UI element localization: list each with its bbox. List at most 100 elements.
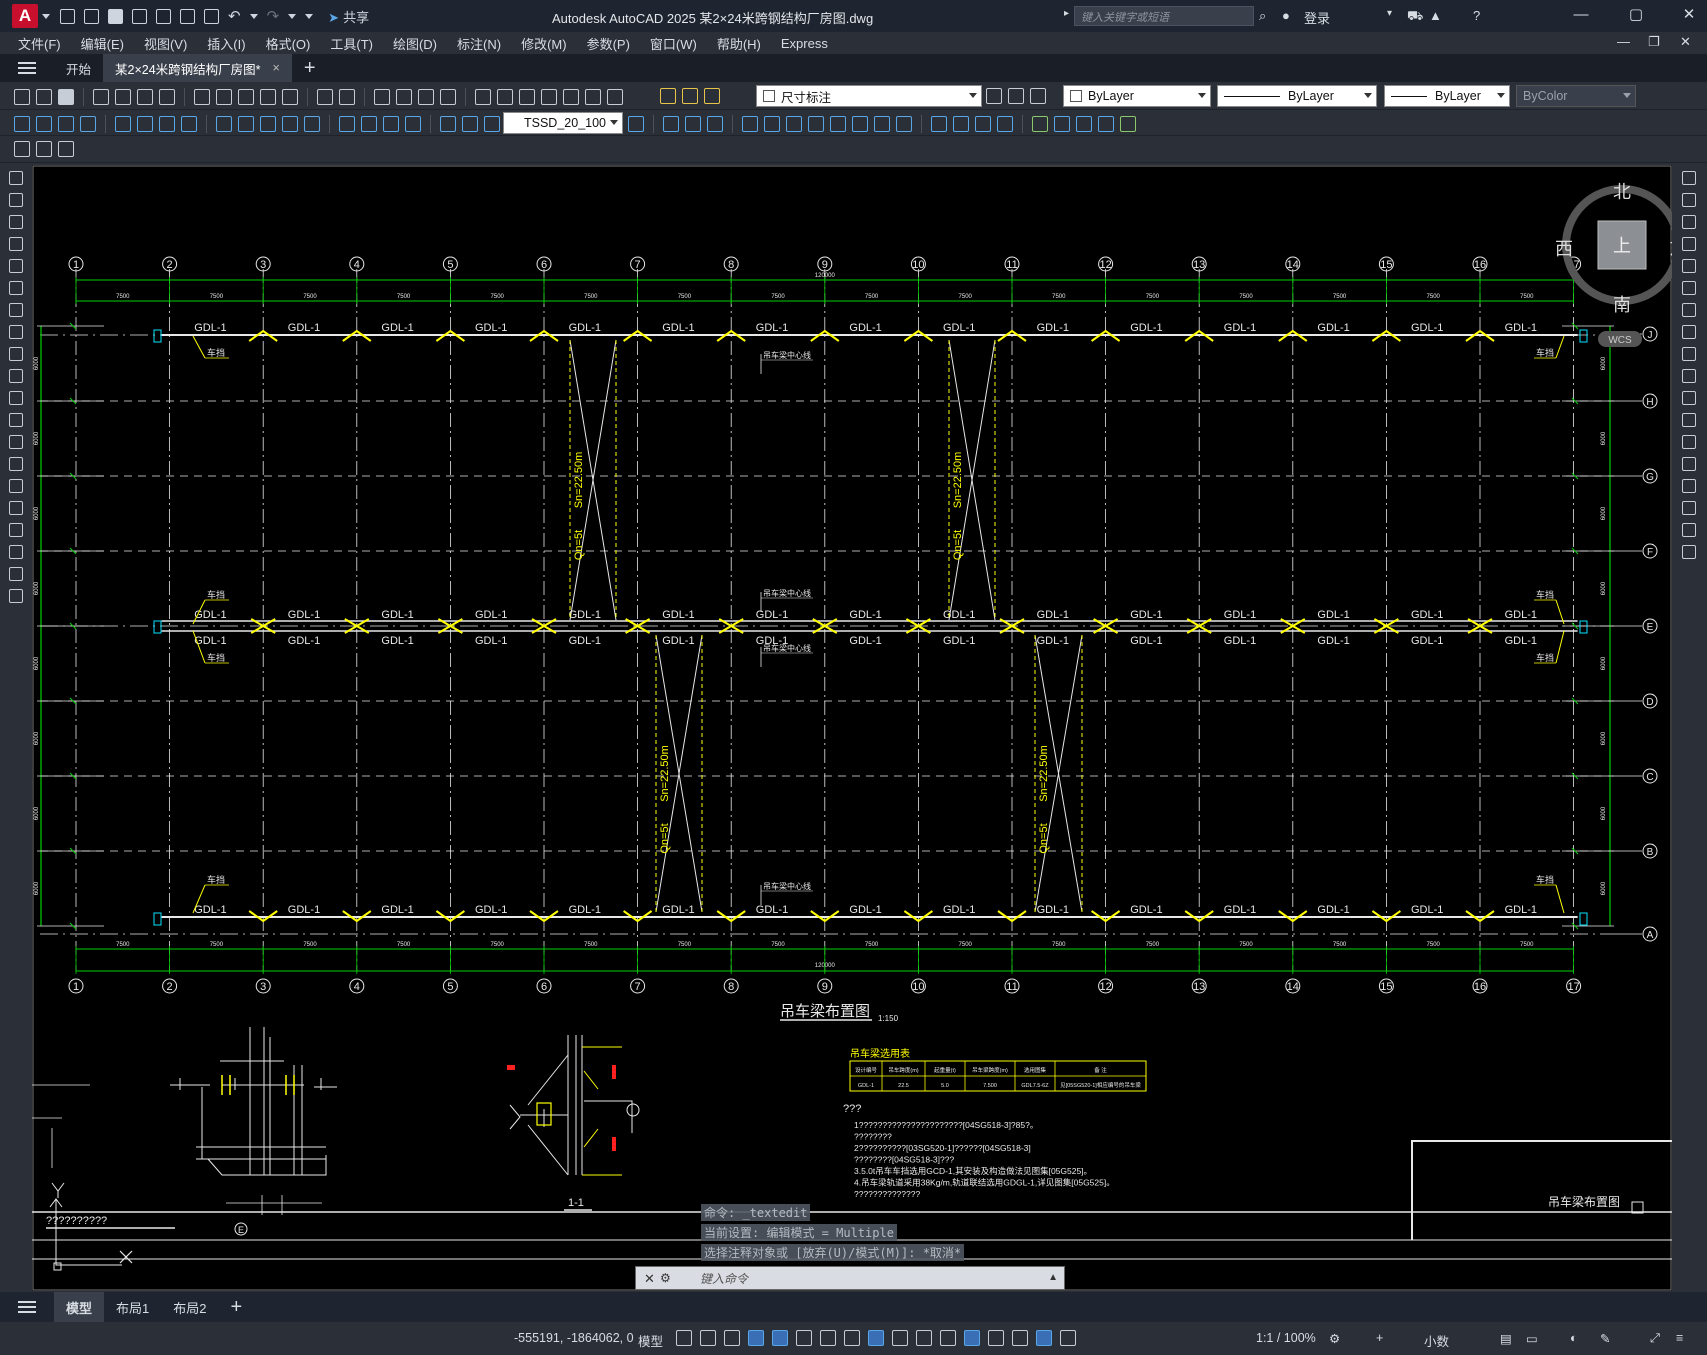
quickcalc-icon[interactable] xyxy=(585,89,601,105)
tab-layout1[interactable]: 布局1 xyxy=(104,1292,161,1322)
ucs-world-icon[interactable] xyxy=(1054,116,1070,132)
redo-dropdown-icon[interactable] xyxy=(288,13,297,19)
spline-icon[interactable] xyxy=(9,347,23,361)
drawing-viewport[interactable]: 1 1 2 2 3 3 4 4 5 5 6 6 7 7 8 8 9 9 10 10 11 11 12 12 13 13 14 14 15… xyxy=(32,165,1672,1291)
dim-space-icon[interactable] xyxy=(282,116,298,132)
cursor-coordinates[interactable]: -555191, -1864062, 0 xyxy=(514,1331,634,1345)
command-close-icon[interactable]: ✕ xyxy=(644,1271,655,1287)
menu-help[interactable]: 帮助(H) xyxy=(717,34,761,53)
hardware-accel-icon[interactable]: ✎ xyxy=(1600,1331,1610,1346)
view-iso-icon[interactable] xyxy=(685,116,701,132)
explode-icon[interactable] xyxy=(1682,545,1696,559)
transparency-icon[interactable] xyxy=(892,1330,908,1346)
workspace-gear-icon[interactable]: ⚙ xyxy=(1329,1331,1340,1346)
angular-dim-icon[interactable] xyxy=(181,116,197,132)
menu-format[interactable]: 格式(O) xyxy=(266,34,311,53)
plotstyle-dropdown[interactable]: ByColor xyxy=(1516,85,1636,107)
table-icon[interactable] xyxy=(9,545,23,559)
cut-icon[interactable] xyxy=(194,89,210,105)
plot-icon[interactable] xyxy=(204,8,219,24)
dwf-icon[interactable] xyxy=(159,89,175,105)
dimstyle-dropdown[interactable]: TSSD_20_100 xyxy=(503,112,623,134)
units-selector[interactable]: 小数 xyxy=(1424,1331,1449,1350)
tab-close-icon[interactable]: × xyxy=(273,61,280,75)
erase-icon[interactable] xyxy=(1682,171,1696,185)
customization-menu-icon[interactable]: ≡ xyxy=(1676,1331,1683,1345)
polygon-icon[interactable] xyxy=(9,237,23,251)
linear-dim-icon[interactable] xyxy=(14,116,30,132)
annotation-visibility-icon[interactable] xyxy=(1036,1330,1052,1346)
rotate-icon[interactable] xyxy=(1682,303,1696,317)
user-icon[interactable]: ● xyxy=(1282,8,1290,23)
block-editor-icon[interactable] xyxy=(282,89,298,105)
plot-toolbar-icon[interactable] xyxy=(93,89,109,105)
zoom-previous-icon[interactable] xyxy=(440,89,456,105)
slice-icon[interactable] xyxy=(874,116,890,132)
3d-osnap-icon[interactable] xyxy=(940,1330,956,1346)
lights-icon[interactable] xyxy=(997,116,1013,132)
autocad-logo-button[interactable]: A xyxy=(12,4,38,28)
extend-icon[interactable] xyxy=(1682,391,1696,405)
section-icon[interactable] xyxy=(896,116,912,132)
region-icon[interactable] xyxy=(9,523,23,537)
layer-states-icon[interactable] xyxy=(1030,88,1046,104)
tab-model[interactable]: 模型 xyxy=(54,1292,105,1322)
design-center-icon[interactable] xyxy=(497,89,513,105)
move-icon[interactable] xyxy=(1682,281,1696,295)
menu-modify[interactable]: 修改(M) xyxy=(521,34,567,53)
mirror-icon[interactable] xyxy=(1682,215,1696,229)
tab-layout2[interactable]: 布局2 xyxy=(161,1292,218,1322)
break-at-point-icon[interactable] xyxy=(1682,413,1696,427)
construction-line-icon[interactable] xyxy=(9,193,23,207)
undo-icon[interactable]: ↶ xyxy=(228,7,241,25)
dim-style-manager-icon[interactable] xyxy=(628,116,644,132)
help-search-input[interactable]: 键入关键字或短语 xyxy=(1074,6,1254,26)
menu-file[interactable]: 文件(F) xyxy=(18,34,61,53)
login-button[interactable]: 登录 xyxy=(1304,8,1330,27)
menu-draw[interactable]: 绘图(D) xyxy=(393,34,437,53)
selection-cycling-icon[interactable] xyxy=(916,1330,932,1346)
pan-icon[interactable] xyxy=(374,89,390,105)
dynamic-input-icon[interactable] xyxy=(724,1330,740,1346)
diameter-dim-icon[interactable] xyxy=(159,116,175,132)
selection-filter-icon[interactable] xyxy=(988,1330,1004,1346)
command-customize-icon[interactable]: ⚙ xyxy=(660,1271,671,1285)
app-menu-dropdown-icon[interactable] xyxy=(42,13,50,19)
annotation-scale[interactable]: 1:1 / 100% xyxy=(1256,1331,1316,1345)
redo-icon[interactable]: ↷ xyxy=(267,7,280,25)
trim-icon[interactable] xyxy=(1682,369,1696,383)
hatch-icon[interactable] xyxy=(9,479,23,493)
point-icon[interactable] xyxy=(9,457,23,471)
matchprop-icon[interactable] xyxy=(260,89,276,105)
ellipse-arc-icon[interactable] xyxy=(9,391,23,405)
auto-scale-icon[interactable] xyxy=(1060,1330,1076,1346)
ortho-icon[interactable] xyxy=(748,1330,764,1346)
materials-icon[interactable] xyxy=(975,116,991,132)
stretch-icon[interactable] xyxy=(1682,347,1696,361)
menu-window[interactable]: 窗口(W) xyxy=(650,34,697,53)
arc-icon[interactable] xyxy=(9,281,23,295)
scale-icon[interactable] xyxy=(1682,325,1696,339)
save-icon[interactable] xyxy=(108,8,123,24)
save-as-icon[interactable] xyxy=(132,8,147,24)
ucs-origin-icon[interactable] xyxy=(1120,116,1136,132)
qnew-icon[interactable] xyxy=(14,89,30,105)
ucs-previous-icon[interactable] xyxy=(1076,116,1092,132)
doc-close-button[interactable]: ✕ xyxy=(1680,34,1691,50)
new-file-icon[interactable] xyxy=(60,8,75,24)
circle-icon[interactable] xyxy=(9,303,23,317)
linetype-dropdown[interactable]: ByLayer xyxy=(1217,85,1377,107)
clean-screen-icon[interactable]: ⤢ xyxy=(1650,1331,1660,1346)
annotation-monitor-icon[interactable]: + xyxy=(1376,1331,1383,1345)
lock-ui-icon[interactable]: ▭ xyxy=(1526,1331,1538,1346)
make-current-layer-icon[interactable] xyxy=(986,88,1002,104)
search-icon[interactable]: ⌕ xyxy=(1259,8,1266,24)
ucs-face-icon[interactable] xyxy=(1098,116,1114,132)
menu-tools[interactable]: 工具(T) xyxy=(330,34,373,53)
menu-edit[interactable]: 编辑(E) xyxy=(81,34,124,53)
insert-table-icon[interactable] xyxy=(36,141,52,157)
fillet-icon[interactable] xyxy=(1682,501,1696,515)
copy-tool-icon[interactable] xyxy=(1682,193,1696,207)
snap-icon[interactable] xyxy=(700,1330,716,1346)
extrude-icon[interactable] xyxy=(830,116,846,132)
